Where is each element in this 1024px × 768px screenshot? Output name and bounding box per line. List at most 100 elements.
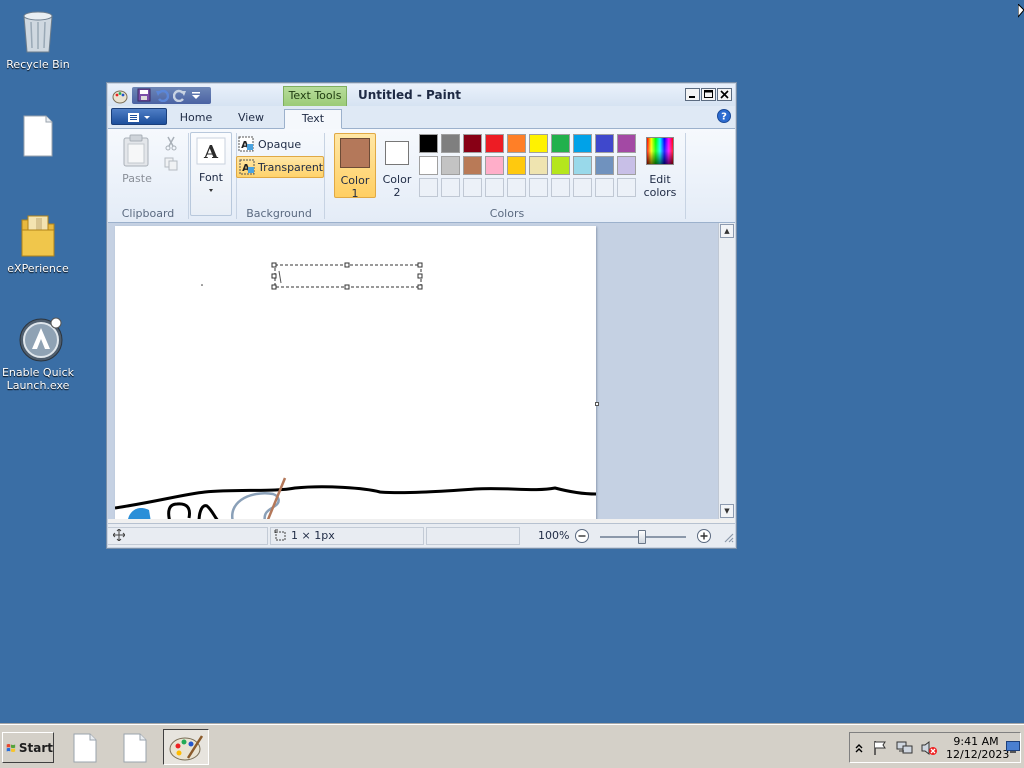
- taskbar: Start 9:41 AM 12/12/2023: [0, 724, 1024, 768]
- status-cell: [108, 527, 268, 545]
- tab-text[interactable]: Text: [284, 109, 342, 129]
- cut-button[interactable]: [163, 135, 179, 151]
- quick-launch-app-icon: [18, 316, 63, 362]
- windows-logo-icon: [6, 743, 16, 752]
- palette-swatch[interactable]: [617, 156, 636, 175]
- minimize-button[interactable]: [685, 88, 700, 101]
- taskbar-button-document-2[interactable]: [112, 729, 158, 765]
- paste-icon: [123, 134, 149, 167]
- paste-button[interactable]: Paste: [116, 132, 158, 185]
- palette-swatch[interactable]: [419, 134, 438, 153]
- show-desktop-icon[interactable]: [1006, 741, 1020, 756]
- network-icon[interactable]: [896, 740, 914, 759]
- desktop-icon-blank-file[interactable]: [0, 114, 76, 164]
- color1-label: Color 1: [340, 174, 370, 200]
- taskbar-button-paint[interactable]: [163, 729, 209, 765]
- palette-swatch[interactable]: [551, 134, 570, 153]
- tab-view[interactable]: View: [228, 109, 274, 129]
- save-icon[interactable]: [137, 88, 151, 102]
- selection-size: 1 × 1px: [291, 529, 335, 542]
- color1-button[interactable]: Color 1: [334, 133, 376, 200]
- custom-color-slot[interactable]: [419, 178, 438, 197]
- paint-app-icon[interactable]: [112, 88, 128, 104]
- palette-swatch[interactable]: [529, 134, 548, 153]
- show-hidden-icons-button[interactable]: [854, 742, 864, 754]
- edit-colors-button[interactable]: Edit colors: [640, 133, 680, 201]
- vertical-scrollbar[interactable]: ▲ ▼: [718, 223, 735, 519]
- palette-swatch[interactable]: [463, 156, 482, 175]
- palette-swatch[interactable]: [463, 134, 482, 153]
- opaque-option[interactable]: A Opaque: [236, 134, 326, 154]
- desktop-icon-label: eXPerience: [7, 262, 69, 275]
- palette-swatch[interactable]: [419, 156, 438, 175]
- palette-swatch[interactable]: [595, 156, 614, 175]
- zoom-in-button[interactable]: [696, 528, 712, 544]
- custom-color-slot[interactable]: [529, 178, 548, 197]
- transparent-option[interactable]: A Transparent: [236, 156, 324, 178]
- custom-color-slot[interactable]: [551, 178, 570, 197]
- custom-color-slot[interactable]: [485, 178, 504, 197]
- ribbon-separator: [685, 133, 686, 219]
- minimize-icon: [689, 96, 695, 98]
- blank-file-icon: [18, 114, 58, 160]
- customize-qat-icon[interactable]: [191, 88, 205, 102]
- desktop-icon-enable-quick-launch[interactable]: Enable Quick Launch.exe: [0, 316, 76, 392]
- canvas-resize-handle[interactable]: [595, 402, 599, 406]
- zoom-slider[interactable]: [600, 530, 688, 544]
- custom-color-slot[interactable]: [573, 178, 592, 197]
- help-button[interactable]: ?: [717, 109, 731, 123]
- custom-color-slot[interactable]: [617, 178, 636, 197]
- copy-button[interactable]: [163, 156, 179, 172]
- tab-home[interactable]: Home: [174, 109, 218, 129]
- color2-button[interactable]: Color 2: [379, 133, 415, 199]
- font-button[interactable]: A Font: [190, 132, 232, 216]
- clock[interactable]: 9:41 AM 12/12/2023: [946, 735, 1009, 761]
- palette-swatch[interactable]: [507, 134, 526, 153]
- palette-swatch[interactable]: [485, 156, 504, 175]
- palette-swatch[interactable]: [529, 156, 548, 175]
- desktop-icon-recycle-bin[interactable]: Recycle Bin: [0, 8, 76, 71]
- close-icon: [720, 90, 729, 99]
- paste-label: Paste: [122, 172, 152, 185]
- resize-grip-icon[interactable]: [722, 531, 734, 546]
- scroll-down-button[interactable]: ▼: [720, 504, 734, 518]
- ribbon-tabs: Home View Text ?: [108, 106, 735, 129]
- palette-swatch[interactable]: [595, 134, 614, 153]
- custom-color-slot[interactable]: [441, 178, 460, 197]
- action-center-icon[interactable]: [872, 740, 888, 759]
- palette-swatch[interactable]: [441, 134, 460, 153]
- desktop-icon-experience[interactable]: eXPerience: [0, 212, 76, 275]
- custom-color-slot[interactable]: [507, 178, 526, 197]
- ribbon-panel: Paste Clipboard A Font A Opaque A Transp…: [108, 129, 735, 223]
- palette-swatch[interactable]: [551, 156, 570, 175]
- palette-swatch[interactable]: [507, 156, 526, 175]
- paint-menu-button[interactable]: [111, 108, 167, 125]
- maximize-icon: [704, 90, 713, 98]
- canvas-drawing: [114, 262, 597, 519]
- start-button[interactable]: Start: [2, 732, 54, 763]
- zoom-slider-thumb[interactable]: [638, 530, 646, 544]
- close-button[interactable]: [717, 88, 732, 101]
- blank-file-icon: [123, 733, 147, 763]
- palette-swatch[interactable]: [617, 134, 636, 153]
- undo-icon[interactable]: [155, 88, 170, 103]
- volume-muted-icon[interactable]: [920, 740, 938, 759]
- edit-colors-label: Edit colors: [643, 173, 677, 199]
- qat-buttons: [132, 86, 211, 104]
- drawing-canvas[interactable]: [114, 226, 597, 519]
- zoom-in-icon: [697, 529, 711, 543]
- svg-text:?: ?: [721, 112, 727, 123]
- redo-icon[interactable]: [172, 88, 187, 103]
- taskbar-button-document-1[interactable]: [62, 729, 108, 765]
- zoom-out-button[interactable]: [574, 528, 590, 544]
- palette-swatch[interactable]: [573, 156, 592, 175]
- scroll-up-button[interactable]: ▲: [720, 224, 734, 238]
- custom-color-slot[interactable]: [463, 178, 482, 197]
- opaque-label: Opaque: [258, 138, 302, 151]
- maximize-button[interactable]: [701, 88, 716, 101]
- palette-swatch[interactable]: [573, 134, 592, 153]
- scissors-icon: [165, 136, 177, 151]
- custom-color-slot[interactable]: [595, 178, 614, 197]
- palette-swatch[interactable]: [441, 156, 460, 175]
- palette-swatch[interactable]: [485, 134, 504, 153]
